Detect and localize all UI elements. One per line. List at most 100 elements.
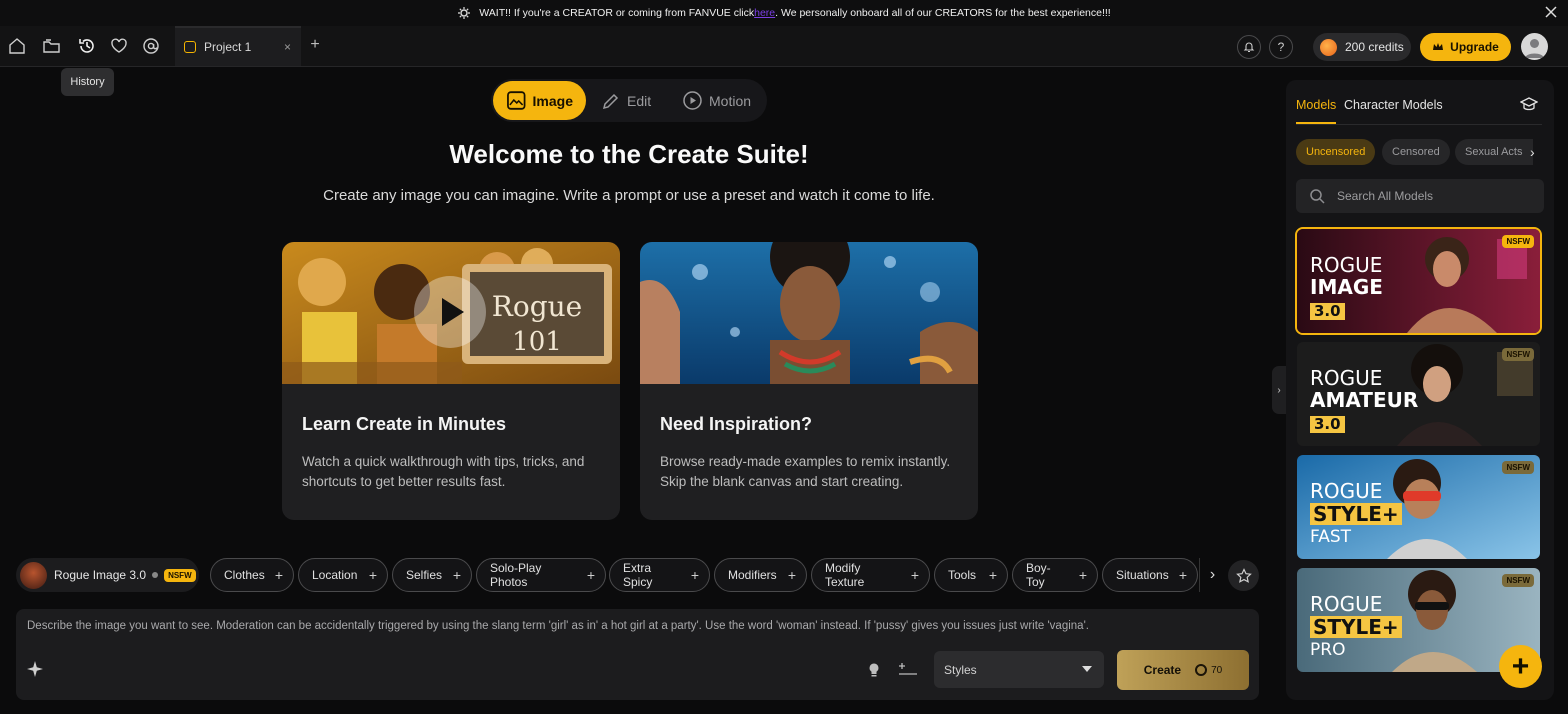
history-icon[interactable] [77,36,97,56]
mode-motion-button[interactable]: Motion [682,81,751,120]
project-icon [184,41,196,53]
folder-icon[interactable] [42,36,62,56]
favorite-button[interactable] [1228,560,1259,591]
preset-chip[interactable]: Extra Spicy + [609,558,710,592]
preset-chip[interactable]: Modify Texture + [811,558,930,592]
chip-label: Modifiers [728,568,777,582]
nsfw-badge: NSFW [164,568,196,582]
sparkle-icon[interactable] [26,660,44,678]
star-icon [1235,567,1252,583]
model-card-rogue-amateur[interactable]: ROGUE AMATEUR 3.0 NSFW [1297,342,1540,446]
banner-text-after: . We personally onboard all of our CREAT… [775,7,1111,19]
tutorial-video-thumbnail[interactable]: Rogue 101 [282,242,620,384]
user-icon [1525,39,1544,58]
notifications-button[interactable] [1237,35,1261,59]
tab-models[interactable]: Models [1296,98,1336,112]
play-circle-icon [683,91,702,110]
tab-project[interactable]: Project 1 × [175,26,301,66]
nsfw-badge: NSFW [1502,461,1534,474]
model-selector[interactable]: Rogue Image 3.0 NSFW [16,558,199,592]
banner-text-before: WAIT!! If you're a CREATOR or coming fro… [479,7,755,19]
image-icon [507,91,526,110]
model-card-rogue-style-fast[interactable]: ROGUE STYLE+ FAST NSFW [1297,455,1540,559]
plus-icon: + [690,567,699,583]
plus-icon: + [274,567,283,583]
aspect-ratio-icon[interactable] [897,662,919,678]
styles-label: Styles [944,662,977,677]
model-line-1: ROGUE [1310,366,1383,390]
chip-label: Modify Texture [825,561,865,589]
credit-cost: 70 [1195,664,1222,676]
preset-chip[interactable]: Location + [298,558,388,592]
preset-chip[interactable]: Situations + [1102,558,1198,592]
chalkboard-text-2: 101 [512,327,562,357]
search-input[interactable]: Search All Models [1296,179,1544,213]
plus-icon: + [1178,567,1187,583]
create-label: Create [1143,663,1182,677]
create-button[interactable]: Create 70 [1117,650,1249,690]
model-name: Rogue Image 3.0 [54,568,147,582]
close-icon[interactable] [1544,5,1560,21]
tab-character-models[interactable]: Character Models [1344,98,1443,112]
upgrade-button[interactable]: Upgrade [1420,33,1511,61]
chip-label: Location [312,568,358,582]
inspiration-card-desc: Browse ready-made examples to remix inst… [660,454,951,489]
model-line-1: ROGUE [1310,253,1383,277]
add-tab-button[interactable]: + [307,36,323,54]
tab-close-icon[interactable]: × [284,40,291,54]
filter-uncensored[interactable]: Uncensored [1296,139,1376,165]
filters-scroll-right-icon[interactable]: › [1530,144,1535,160]
home-icon[interactable] [7,36,27,56]
chevron-down-icon [1082,666,1092,672]
learn-card-title: Learn Create in Minutes [302,414,507,434]
page-title: Welcome to the Create Suite! [449,139,809,169]
nsfw-badge: NSFW [1502,574,1534,587]
preset-chip[interactable]: Modifiers + [714,558,807,592]
preset-chip[interactable]: Tools + [934,558,1008,592]
model-line-2: AMATEUR [1310,388,1419,412]
mode-image-button[interactable]: Image [493,81,586,120]
credits-label: 200 credits [1345,40,1404,54]
preset-chip[interactable]: Clothes + [210,558,294,592]
filter-censored[interactable]: Censored [1382,139,1450,165]
styles-select[interactable]: Styles [934,651,1104,688]
search-placeholder: Search All Models [1337,189,1434,203]
graduation-cap-icon[interactable] [1520,96,1538,114]
chip-label: Tools [948,568,977,582]
plus-icon: + [586,567,595,583]
tooltip-history: History [61,68,114,96]
collapse-panel-icon[interactable]: › [1272,366,1286,414]
nsfw-badge: NSFW [1502,235,1534,248]
plus-icon: + [787,567,796,583]
preset-chip[interactable]: Solo-Play Photos + [476,558,606,592]
model-card-rogue-image[interactable]: ROGUE IMAGE 3.0 NSFW [1295,227,1542,335]
heart-icon[interactable] [109,36,129,56]
plus-icon: + [988,567,997,583]
learn-card[interactable]: Rogue 101 Learn Create in Minutes Watch … [282,242,620,520]
mode-edit-button[interactable]: Edit [601,81,651,120]
lightbulb-icon[interactable] [866,662,882,678]
gear-badge-icon [457,6,471,20]
inspiration-thumbnail [640,242,978,384]
banner-link[interactable]: here [754,7,775,19]
pencil-icon [602,93,619,109]
avatar[interactable] [1521,33,1548,60]
announcement-banner: WAIT!! If you're a CREATOR or coming fro… [0,0,1568,26]
crown-icon [1432,42,1444,52]
preset-chip[interactable]: Selfies + [392,558,472,592]
filter-sexual-acts[interactable]: Sexual Acts [1455,139,1533,165]
learn-card-desc: Watch a quick walkthrough with tips, tri… [302,454,585,489]
page-subtitle: Create any image you can imagine. Write … [323,187,935,204]
prompt-input[interactable]: Describe the image you want to see. Mode… [27,620,1227,632]
credits-badge[interactable]: 200 credits [1313,33,1411,61]
active-tab-indicator [1296,122,1336,124]
at-sign-icon[interactable] [141,36,161,56]
upgrade-label: Upgrade [1450,40,1499,54]
inspiration-card[interactable]: Need Inspiration? Browse ready-made exam… [640,242,978,520]
model-line-1: ROGUE [1310,479,1383,503]
help-button[interactable]: ? [1269,35,1293,59]
add-button[interactable]: + [1499,645,1542,688]
chips-scroll-right-icon[interactable]: › [1199,558,1225,592]
preset-chip[interactable]: Boy-Toy + [1012,558,1098,592]
divider [1296,124,1542,125]
